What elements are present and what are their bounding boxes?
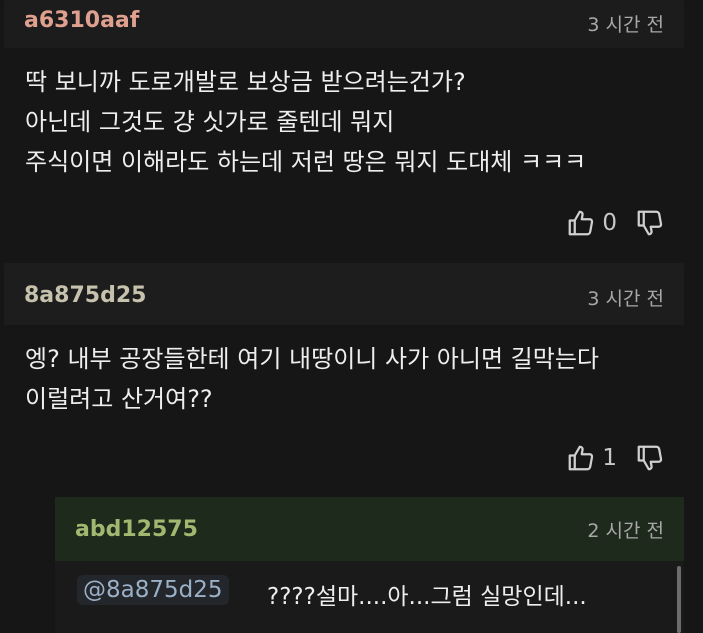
comment-time: 3 시간 전	[587, 14, 664, 36]
comment-body: 엥? 내부 공장들한테 여기 내땅이니 사가 아니면 길막는다 이럴려고 산거여…	[25, 339, 599, 419]
comment-line: 이럴려고 산거여??	[25, 385, 213, 413]
like-count: 1	[602, 445, 617, 471]
like-count: 0	[602, 210, 617, 236]
mention-tag[interactable]: @8a875d25	[77, 575, 229, 605]
comment-time: 3 시간 전	[587, 288, 664, 310]
comment-header: a6310aaf 3 시간 전	[4, 0, 684, 48]
reply-author[interactable]: abd12575	[75, 517, 198, 542]
comment-line: 엥? 내부 공장들한테 여기 내땅이니 사가 아니면 길막는다	[25, 345, 599, 373]
thumbs-up-icon[interactable]	[566, 208, 596, 238]
comment-author[interactable]: 8a875d25	[24, 283, 146, 308]
comment-line: 아닌데 그것도 걍 싯가로 줄텐데 뭐지	[25, 108, 395, 136]
reply-body: @8a875d25 ????설마....아...그럼 실망인데...	[55, 561, 684, 633]
thumbs-up-icon[interactable]	[566, 443, 596, 473]
reply-text: ????설마....아...그럼 실망인데...	[267, 584, 587, 610]
reply-time: 2 시간 전	[587, 520, 664, 542]
comment-actions: 1	[566, 443, 665, 473]
thumbs-down-icon[interactable]	[635, 443, 665, 473]
reply-header: abd12575 2 시간 전	[55, 497, 684, 561]
comment-line: 딱 보니까 도로개발로 보상금 받으려는건가?	[25, 68, 466, 96]
comment-author[interactable]: a6310aaf	[24, 8, 139, 33]
comment-line: 주식이면 이해라도 하는데 저런 땅은 뭐지 도대체 ㅋㅋㅋ	[25, 148, 587, 176]
comment-header: 8a875d25 3 시간 전	[4, 263, 684, 325]
comment-actions: 0	[566, 208, 665, 238]
comment-body: 딱 보니까 도로개발로 보상금 받으려는건가? 아닌데 그것도 걍 싯가로 줄텐…	[25, 62, 586, 182]
scrollbar[interactable]	[677, 566, 681, 633]
thumbs-down-icon[interactable]	[635, 208, 665, 238]
